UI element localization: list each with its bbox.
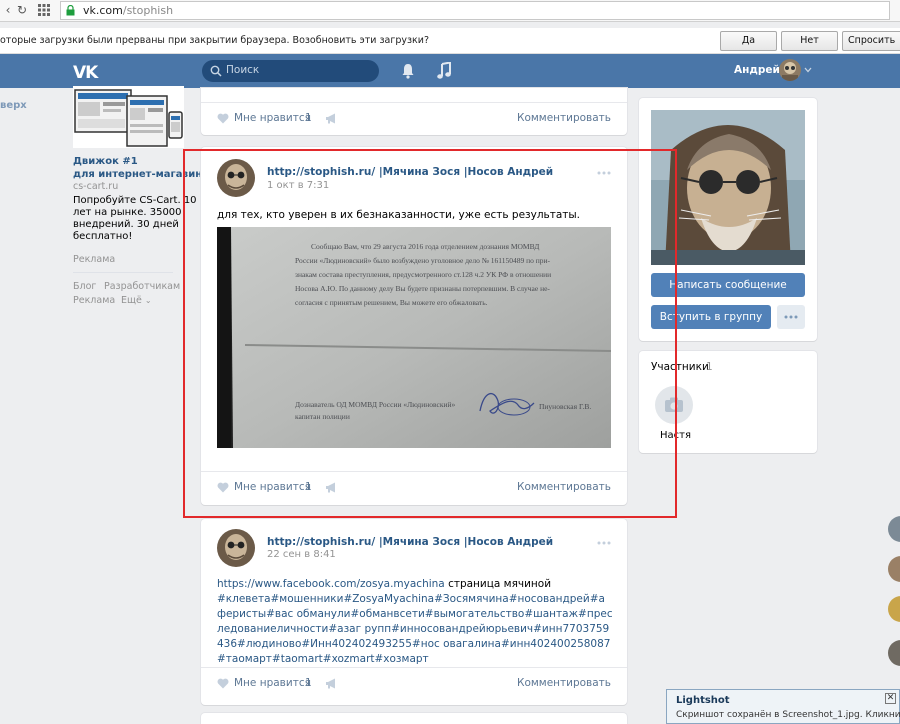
search-placeholder: Поиск: [226, 64, 260, 76]
post-card-top: Мне нравится 1 Комментировать: [201, 88, 627, 135]
reload-icon[interactable]: ↻: [14, 2, 30, 18]
url-text: vk.com/stophish: [83, 4, 174, 17]
notification-title: Lightshot: [676, 695, 730, 706]
ads-label[interactable]: Реклама: [73, 253, 115, 266]
ask-later-button[interactable]: Спросить по: [842, 31, 900, 64]
lightshot-notification[interactable]: Lightshot Скриншот сохранён в Screenshot…: [666, 689, 900, 724]
ad-title-line1[interactable]: Движок #1: [73, 155, 138, 168]
like-button[interactable]: Мне нравится: [234, 677, 311, 689]
ad-image[interactable]: [73, 86, 184, 148]
bell-icon[interactable]: [401, 63, 415, 79]
comment-button[interactable]: Комментировать: [517, 112, 611, 124]
music-icon[interactable]: [437, 62, 451, 79]
like-button[interactable]: Мне нравится: [234, 112, 311, 124]
post-actions: Мне нравится 1 Комментировать: [201, 667, 627, 699]
footer-more-link[interactable]: Ещё ⌄: [121, 294, 152, 307]
chat-thumbnail[interactable]: [888, 516, 900, 542]
more-options-icon[interactable]: [597, 541, 611, 545]
footer-blog-link[interactable]: Блог: [73, 280, 96, 293]
search-input[interactable]: Поиск: [202, 60, 379, 82]
post-card-next: [201, 713, 627, 724]
yes-button[interactable]: Да: [720, 31, 777, 51]
download-resume-bar: оторые загрузки были прерваны при закрыт…: [0, 28, 900, 64]
chat-thumbnail[interactable]: [888, 640, 900, 666]
post-card: http://stophish.ru/ |Мячина Зося |Носов …: [201, 519, 627, 705]
comment-button[interactable]: Комментировать: [517, 677, 611, 689]
vk-logo[interactable]: VK: [73, 63, 98, 83]
no-button[interactable]: Нет: [781, 31, 838, 51]
ad-domain[interactable]: cs-cart.ru: [73, 180, 118, 193]
address-bar[interactable]: vk.com/stophish: [60, 1, 890, 20]
post-hashtags[interactable]: #клевета#мошенники#ZosyaMyachina#Зосямяч…: [217, 593, 613, 665]
download-bar-message: оторые загрузки были прерваны при закрыт…: [0, 35, 430, 46]
site-header: VK Поиск Андрей: [0, 54, 900, 88]
chat-thumbnail[interactable]: [888, 596, 900, 622]
like-count: 1: [305, 677, 312, 689]
heart-icon[interactable]: [217, 678, 229, 689]
members-count: 1: [706, 361, 713, 373]
post-date[interactable]: 22 сен в 8:41: [267, 549, 336, 560]
footer-developers-link[interactable]: Разработчикам: [104, 280, 180, 293]
post-text: https://www.facebook.com/zosya.myachina …: [217, 577, 613, 667]
apps-grid-icon[interactable]: [36, 2, 52, 18]
left-divider: [73, 272, 173, 273]
post-author-link[interactable]: http://stophish.ru/ |Мячина Зося |Носов …: [267, 536, 553, 548]
post-link-caption: страница мячиной: [444, 578, 552, 590]
highlight-frame: [183, 149, 677, 518]
search-icon: [210, 65, 222, 77]
lock-icon: [66, 5, 75, 16]
user-avatar[interactable]: [779, 59, 801, 81]
footer-ads-link[interactable]: Реклама: [73, 294, 115, 307]
browser-toolbar: ‹ ↻ vk.com/stophish: [0, 0, 900, 22]
ad-text-line4: бесплатно!: [73, 231, 133, 242]
post-external-link[interactable]: https://www.facebook.com/zosya.myachina: [217, 578, 445, 590]
megaphone-icon[interactable]: [325, 678, 338, 689]
more-actions-button[interactable]: [777, 305, 805, 329]
like-count: 1: [305, 112, 312, 124]
more-options-icon: [784, 315, 798, 319]
megaphone-icon[interactable]: [325, 113, 338, 124]
heart-icon[interactable]: [217, 113, 229, 124]
notification-text: Скриншот сохранён в Screenshot_1.jpg. Кл…: [676, 710, 900, 720]
post-actions: Мне нравится 1 Комментировать: [201, 102, 627, 134]
scroll-up-link[interactable]: верх: [0, 100, 27, 111]
chat-thumbnail[interactable]: [888, 556, 900, 582]
user-name[interactable]: Андрей: [734, 64, 780, 76]
chevron-down-icon[interactable]: [804, 67, 812, 73]
close-icon[interactable]: ✕: [885, 693, 896, 704]
post-avatar[interactable]: [217, 529, 255, 567]
